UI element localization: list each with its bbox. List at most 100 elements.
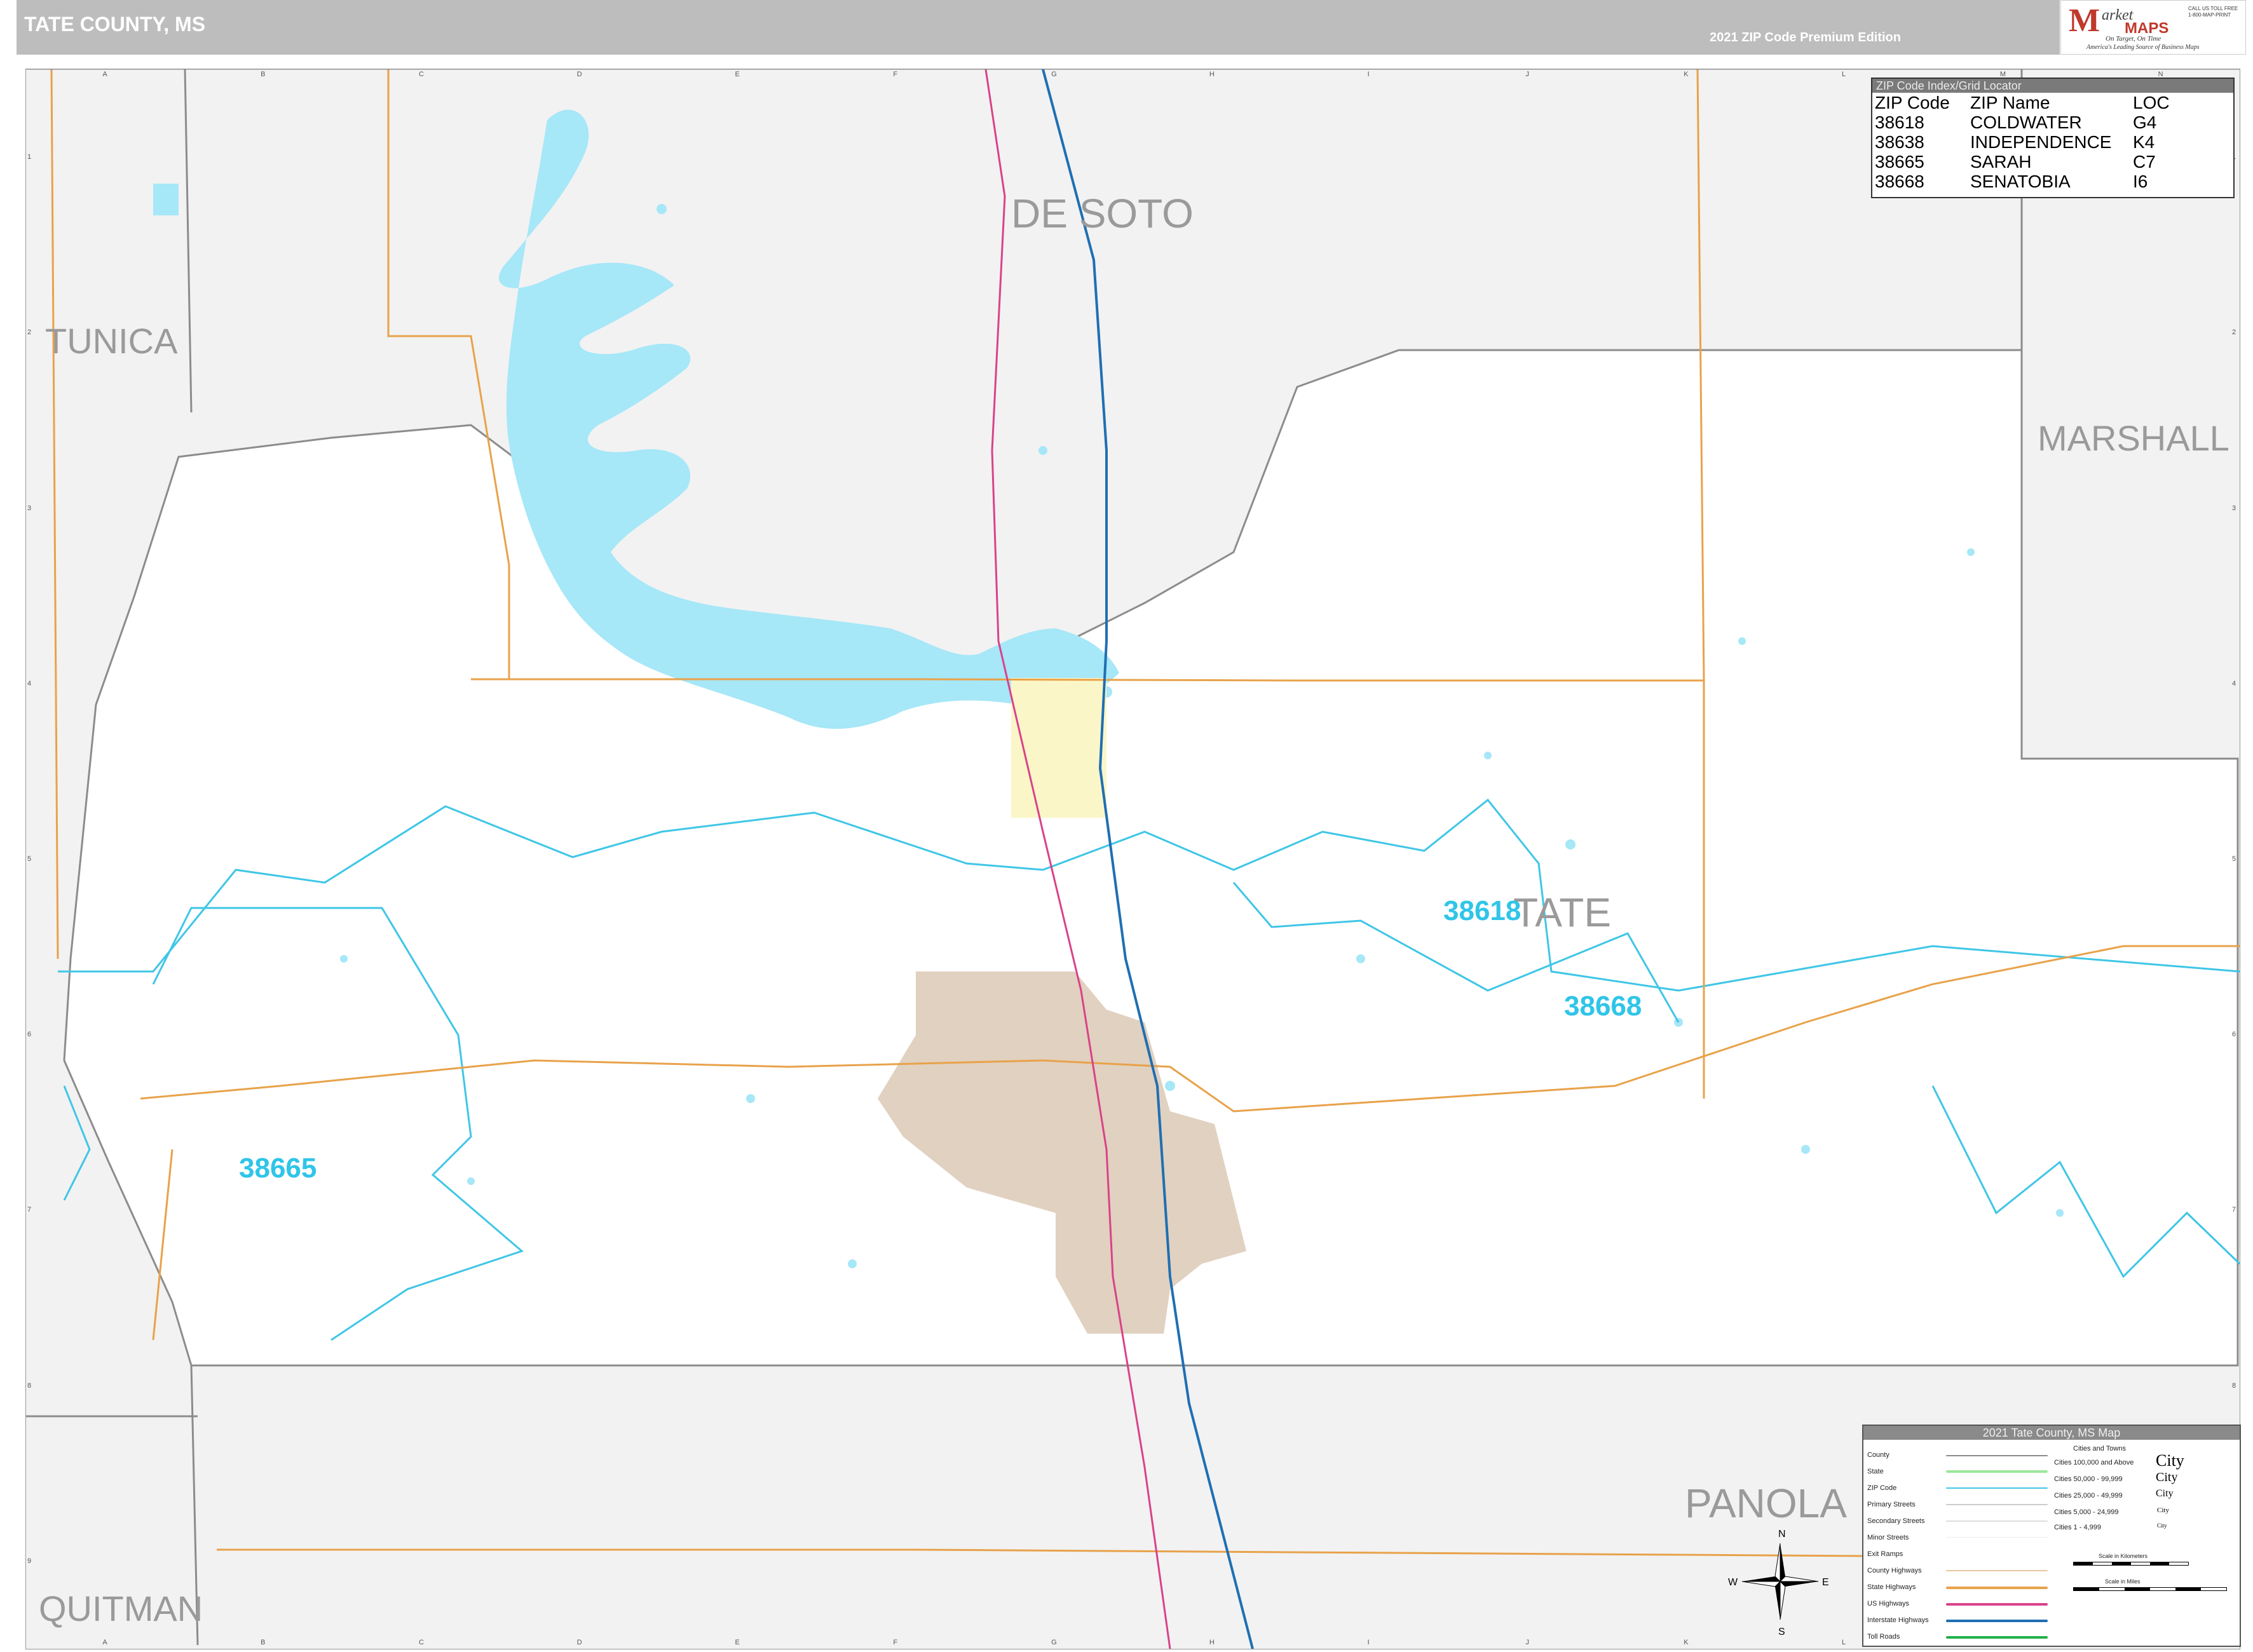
legend-city-sample: City xyxy=(2157,1506,2169,1514)
logo-tagline: On Target, On Time xyxy=(2106,35,2161,43)
zip-loc-cell: I6 xyxy=(2133,172,2148,191)
legend-swatch-us-hwy xyxy=(1946,1603,2048,1606)
grid-column-label: J xyxy=(1525,1639,1529,1646)
legend-swatch-county xyxy=(1946,1455,2048,1456)
grid-row-label: 4 xyxy=(2232,679,2236,687)
legend-item: State xyxy=(1867,1468,1884,1475)
compass-s: S xyxy=(1778,1627,1785,1637)
zip-index-header: LOC xyxy=(2133,93,2170,112)
logo-tagline-2: America's Leading Source of Business Map… xyxy=(2086,44,2200,51)
map-title: TATE COUNTY, MS xyxy=(24,13,206,36)
county-label-panola: PANOLA xyxy=(1685,1480,1847,1526)
legend-swatch-state-hwy xyxy=(1946,1587,2048,1589)
grid-column-label: C xyxy=(418,1639,424,1646)
grid-row-label: 6 xyxy=(2232,1031,2236,1039)
legend-item: US Highways xyxy=(1867,1600,1910,1608)
zip-index-row: 38668 SENATOBIA I6 xyxy=(1875,172,2170,191)
grid-column-label: D xyxy=(576,71,582,78)
legend-item: ZIP Code xyxy=(1867,1484,1897,1492)
grid-column-label: K xyxy=(1684,71,1689,78)
legend-item: Secondary Streets xyxy=(1867,1517,1925,1525)
zip-loc-cell: G4 xyxy=(2133,112,2157,132)
grid-row-label: 2 xyxy=(27,328,32,337)
legend-city-sample: City xyxy=(2157,1522,2167,1529)
legend-swatch-state xyxy=(1946,1470,2048,1473)
map-canvas[interactable]: N S E W DE SOTO TUNICA MARSHALL TATE PAN… xyxy=(25,69,2240,1649)
legend-swatch-zip xyxy=(1946,1487,2048,1489)
legend-swatch-interstate xyxy=(1946,1620,2048,1622)
legend-city-item: Cities 50,000 - 99,999 xyxy=(2054,1475,2123,1483)
map-legend: 2021 Tate County, MS Map County State ZI… xyxy=(1862,1425,2241,1647)
grid-column-label: I xyxy=(1367,71,1370,78)
legend-city-item: Cities 5,000 - 24,999 xyxy=(2054,1508,2119,1516)
logo-mark: M xyxy=(2069,3,2100,39)
zip-index-title: ZIP Code Index/Grid Locator xyxy=(1872,79,2233,93)
grid-row-label: 9 xyxy=(27,1557,32,1565)
legend-cities-header: Cities and Towns xyxy=(2073,1445,2126,1452)
legend-item: Primary Streets xyxy=(1867,1501,1916,1508)
county-label-tate: TATE xyxy=(1513,890,1612,935)
legend-title: 2021 Tate County, MS Map xyxy=(1863,1426,2240,1440)
edition-label: 2021 ZIP Code Premium Edition xyxy=(1710,30,1901,44)
legend-item: Exit Ramps xyxy=(1867,1550,1903,1558)
county-label-quitman: QUITMAN xyxy=(39,1588,203,1628)
scale-bar-mi xyxy=(2073,1587,2227,1591)
grid-column-label: E xyxy=(735,71,740,78)
grid-column-label: K xyxy=(1684,1639,1689,1646)
grid-column-label: J xyxy=(1525,71,1529,78)
legend-item: Minor Streets xyxy=(1867,1534,1909,1541)
legend-item: State Highways xyxy=(1867,1583,1916,1591)
grid-row-label: 1 xyxy=(27,153,32,161)
grid-column-label: F xyxy=(893,71,898,78)
grid-row-label: 8 xyxy=(2232,1381,2236,1390)
coldwater-area xyxy=(1011,678,1106,818)
legend-swatch-secondary xyxy=(1946,1520,2048,1522)
legend-swatch-minor xyxy=(1946,1537,2048,1538)
legend-city-item: Cities 1 - 4,999 xyxy=(2054,1524,2101,1531)
legend-swatch-county-hwy xyxy=(1946,1570,2048,1571)
grid-column-label: E xyxy=(735,1639,740,1646)
legend-city-sample: City xyxy=(2156,1451,2184,1470)
compass-n: N xyxy=(1778,1529,1786,1540)
market-maps-logo: M arket MAPS On Target, On Time America'… xyxy=(2060,0,2246,55)
grid-row-label: 7 xyxy=(2232,1206,2236,1214)
zip-label-38668: 38668 xyxy=(1564,991,1642,1022)
zip-index-row: 38665 SARAH C7 xyxy=(1875,152,2170,172)
zip-index-header: ZIP Name xyxy=(1970,93,2050,112)
grid-column-label: I xyxy=(1367,1639,1370,1646)
grid-row-label: 3 xyxy=(2232,504,2236,512)
compass-e: E xyxy=(1822,1577,1829,1588)
grid-row-label: 5 xyxy=(27,855,32,863)
title-bar: TATE COUNTY, MS 2021 ZIP Code Premium Ed… xyxy=(17,0,2060,55)
zip-code-cell: 38618 xyxy=(1875,112,1924,132)
zip-loc-cell: K4 xyxy=(2133,132,2155,152)
zip-code-cell: 38665 xyxy=(1875,152,1924,172)
grid-column-label: B xyxy=(261,71,266,78)
zip-code-cell: 38668 xyxy=(1875,172,1924,191)
legend-item: County Highways xyxy=(1867,1567,1922,1574)
zip-index-panel: ZIP Code Index/Grid Locator ZIP Code ZIP… xyxy=(1871,78,2235,198)
legend-item: County xyxy=(1867,1451,1889,1459)
zip-index-table: ZIP Code ZIP Name LOC 38618 COLDWATER G4… xyxy=(1875,93,2170,191)
legend-swatch-primary xyxy=(1946,1504,2048,1505)
legend-swatch-toll xyxy=(1946,1636,2048,1639)
zip-name-cell: SENATOBIA xyxy=(1970,172,2071,191)
grid-row-label: 2 xyxy=(2232,328,2236,337)
county-label-tunica: TUNICA xyxy=(45,321,178,361)
scale-bar-km xyxy=(2073,1562,2189,1566)
zip-label-38665: 38665 xyxy=(239,1153,317,1184)
legend-city-item: Cities 100,000 and Above xyxy=(2054,1459,2134,1466)
grid-column-label: G xyxy=(1051,1639,1057,1646)
zip-index-header: ZIP Code xyxy=(1875,93,1950,112)
grid-column-label: G xyxy=(1051,71,1057,78)
scale-km-label: Scale in Kilometers xyxy=(2099,1553,2148,1559)
grid-column-label: D xyxy=(576,1639,582,1646)
legend-city-sample: City xyxy=(2156,1488,2174,1499)
zip-label-38618: 38618 xyxy=(1443,895,1521,926)
zip-code-cell: 38638 xyxy=(1875,132,1924,152)
grid-column-label: C xyxy=(418,71,424,78)
zip-index-row: 38618 COLDWATER G4 xyxy=(1875,112,2170,132)
grid-column-label: H xyxy=(1209,71,1215,78)
legend-item: Toll Roads xyxy=(1867,1633,1900,1641)
zip-name-cell: COLDWATER xyxy=(1970,112,2082,132)
